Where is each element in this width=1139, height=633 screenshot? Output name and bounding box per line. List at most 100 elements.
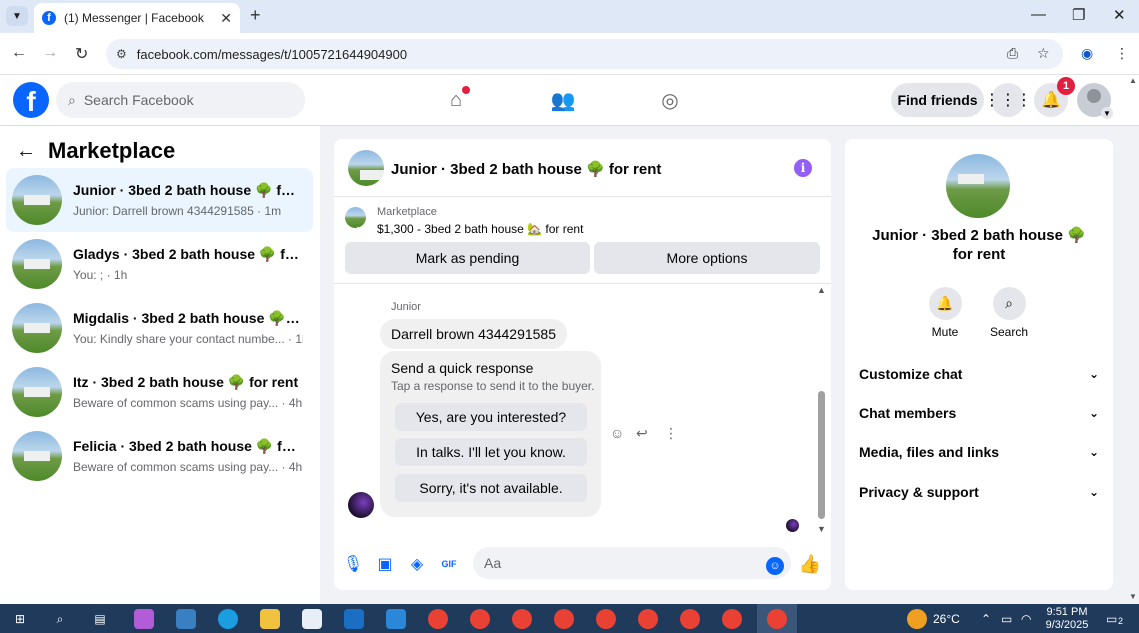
wifi-icon[interactable]: ◠ xyxy=(1021,612,1031,626)
groups-icon[interactable]: ◎ xyxy=(657,87,683,113)
reply-icon[interactable]: ↩ xyxy=(636,425,648,442)
app-icon[interactable] xyxy=(176,609,196,629)
outlook-icon[interactable] xyxy=(344,609,364,629)
mute-button[interactable]: 🔔 Mute xyxy=(915,287,975,339)
thumbs-up-icon[interactable]: 👍 xyxy=(799,554,821,574)
message-bubble[interactable]: Darrell brown 4344291585 xyxy=(380,319,567,349)
conversation-item[interactable]: Itz · 3bed 2 bath house 🌳 for rent Bewar… xyxy=(6,360,313,424)
mark-as-pending-button[interactable]: Mark as pending xyxy=(345,242,590,274)
windows-start-icon[interactable]: ⊞ xyxy=(10,609,30,629)
conversation-name: Gladys · 3bed 2 bath house 🌳 for ... xyxy=(73,246,303,262)
chrome-icon[interactable] xyxy=(470,609,490,629)
chat-panel: Junior · 3bed 2 bath house 🌳 for rent i … xyxy=(334,139,831,590)
chat-avatar[interactable] xyxy=(348,150,384,186)
close-tab-icon[interactable]: ✕ xyxy=(220,10,232,27)
chrome-icon[interactable] xyxy=(722,609,742,629)
conversation-item[interactable]: Migdalis · 3bed 2 bath house 🌳 f... You:… xyxy=(6,296,313,360)
photo-icon[interactable]: ▣ xyxy=(375,554,395,574)
search-facebook-input[interactable]: ⌕ Search Facebook xyxy=(56,82,305,118)
quick-reply-button[interactable]: Yes, are you interested? xyxy=(395,403,587,431)
url-field[interactable]: ⚙ facebook.com/messages/t/10057216449049… xyxy=(106,39,1063,69)
tray-chevron-icon[interactable]: ⌃ xyxy=(981,612,991,626)
chevron-down-icon[interactable]: ▼ xyxy=(1101,107,1113,119)
menu-grid-icon[interactable]: ⋮⋮⋮ xyxy=(984,83,1032,117)
quick-response-card: Send a quick response Tap a response to … xyxy=(380,351,601,517)
taskbar-search-icon[interactable]: ⌕ xyxy=(50,609,70,629)
privacy-support-section[interactable]: Privacy & support ⌄ xyxy=(859,480,1099,504)
chrome-icon[interactable] xyxy=(554,609,574,629)
chrome-icon[interactable] xyxy=(680,609,700,629)
conversation-item[interactable]: Gladys · 3bed 2 bath house 🌳 for ... You… xyxy=(6,232,313,296)
browser-menu-icon[interactable]: ⋮ xyxy=(1115,45,1129,62)
chrome-icon[interactable] xyxy=(428,609,448,629)
more-options-button[interactable]: More options xyxy=(594,242,820,274)
customize-chat-section[interactable]: Customize chat ⌄ xyxy=(859,362,1099,386)
forward-button[interactable]: → xyxy=(42,44,58,62)
react-emoji-icon[interactable]: ☺ xyxy=(610,425,624,441)
reload-button[interactable]: ↻ xyxy=(75,44,88,64)
copilot-icon[interactable] xyxy=(134,609,154,629)
listing-thumbnail xyxy=(12,239,62,289)
conversation-item[interactable]: Felicia · 3bed 2 bath house 🌳 for ... Be… xyxy=(6,424,313,488)
gif-icon[interactable]: GIF xyxy=(439,554,459,574)
find-friends-button[interactable]: Find friends xyxy=(891,83,984,117)
battery-icon[interactable]: ▭ xyxy=(1001,612,1012,626)
site-info-icon[interactable]: ⚙ xyxy=(116,47,127,61)
weather-icon[interactable] xyxy=(907,609,927,629)
quick-reply-button[interactable]: Sorry, it's not available. xyxy=(395,474,587,502)
notification-center-icon[interactable]: ▭ xyxy=(1106,612,1117,626)
conversation-preview: Junior: Darrell brown 4344291585 · 1m xyxy=(73,204,282,218)
search-label: Search xyxy=(989,325,1029,339)
scroll-up-arrow[interactable]: ▲ xyxy=(817,285,826,295)
listing-thumbnail[interactable] xyxy=(345,207,366,228)
restore-button[interactable]: ❐ xyxy=(1072,6,1085,24)
more-actions-icon[interactable]: ⋮ xyxy=(664,425,678,442)
page-scroll-up-arrow[interactable]: ▲ xyxy=(1129,76,1137,85)
info-icon[interactable]: i xyxy=(794,159,812,177)
quick-reply-button[interactable]: In talks. I'll let you know. xyxy=(395,438,587,466)
chrome-icon[interactable] xyxy=(638,609,658,629)
chevron-down-icon: ⌄ xyxy=(1088,406,1099,420)
media-files-links-section[interactable]: Media, files and links ⌄ xyxy=(859,440,1099,464)
message-input[interactable]: Aa xyxy=(473,547,791,579)
conversation-item[interactable]: Junior · 3bed 2 bath house 🌳 for ... Jun… xyxy=(6,168,313,232)
listing-thumbnail xyxy=(12,175,62,225)
new-tab-button[interactable]: + xyxy=(250,5,261,26)
system-clock[interactable]: 9:51 PM 9/3/2025 xyxy=(1032,606,1102,632)
url-text: facebook.com/messages/t/1005721644904900 xyxy=(136,46,408,62)
conversation-name: Migdalis · 3bed 2 bath house 🌳 f... xyxy=(73,310,303,326)
file-explorer-icon[interactable] xyxy=(260,609,280,629)
install-app-icon[interactable]: ⎙ xyxy=(1007,45,1018,62)
minimize-button[interactable]: — xyxy=(1031,6,1046,23)
chrome-icon[interactable] xyxy=(767,609,787,629)
bookmark-star-icon[interactable]: ☆ xyxy=(1037,45,1050,62)
facebook-logo-icon[interactable]: f xyxy=(13,82,49,118)
edge-icon[interactable] xyxy=(218,609,238,629)
scroll-down-arrow[interactable]: ▼ xyxy=(817,524,826,534)
scrollbar-thumb[interactable] xyxy=(818,391,825,519)
app-icon[interactable] xyxy=(386,609,406,629)
back-button[interactable]: ← xyxy=(11,44,27,62)
chat-members-section[interactable]: Chat members ⌄ xyxy=(859,401,1099,425)
tab-search-button[interactable]: ▼ xyxy=(6,6,28,26)
chat-title[interactable]: Junior · 3bed 2 bath house 🌳 for rent xyxy=(391,160,661,178)
search-button[interactable]: ⌕ Search xyxy=(979,287,1039,339)
chrome-icon[interactable] xyxy=(512,609,532,629)
sender-avatar[interactable] xyxy=(348,492,374,518)
close-window-button[interactable]: ✕ xyxy=(1113,6,1126,24)
profile-icon[interactable]: ◉ xyxy=(1081,45,1093,62)
emoji-icon[interactable]: ☺ xyxy=(766,557,784,575)
store-icon[interactable] xyxy=(302,609,322,629)
temperature[interactable]: 26°C xyxy=(933,612,960,626)
page-scroll-down-arrow[interactable]: ▼ xyxy=(1129,592,1137,601)
browser-tab[interactable]: f (1) Messenger | Facebook ✕ xyxy=(34,3,240,33)
friends-icon[interactable]: 👥 xyxy=(550,87,576,113)
sticker-icon[interactable]: ◈ xyxy=(407,554,427,574)
conversation-name: Felicia · 3bed 2 bath house 🌳 for ... xyxy=(73,438,303,454)
listing-price[interactable]: $1,300 - 3bed 2 bath house 🏡 for rent xyxy=(377,222,583,236)
chrome-icon[interactable] xyxy=(596,609,616,629)
task-view-icon[interactable]: ▤ xyxy=(90,609,110,629)
back-arrow-icon[interactable]: ← xyxy=(16,140,36,163)
microphone-icon[interactable]: 🎙 xyxy=(343,554,363,574)
listing-thumbnail[interactable] xyxy=(946,154,1010,218)
